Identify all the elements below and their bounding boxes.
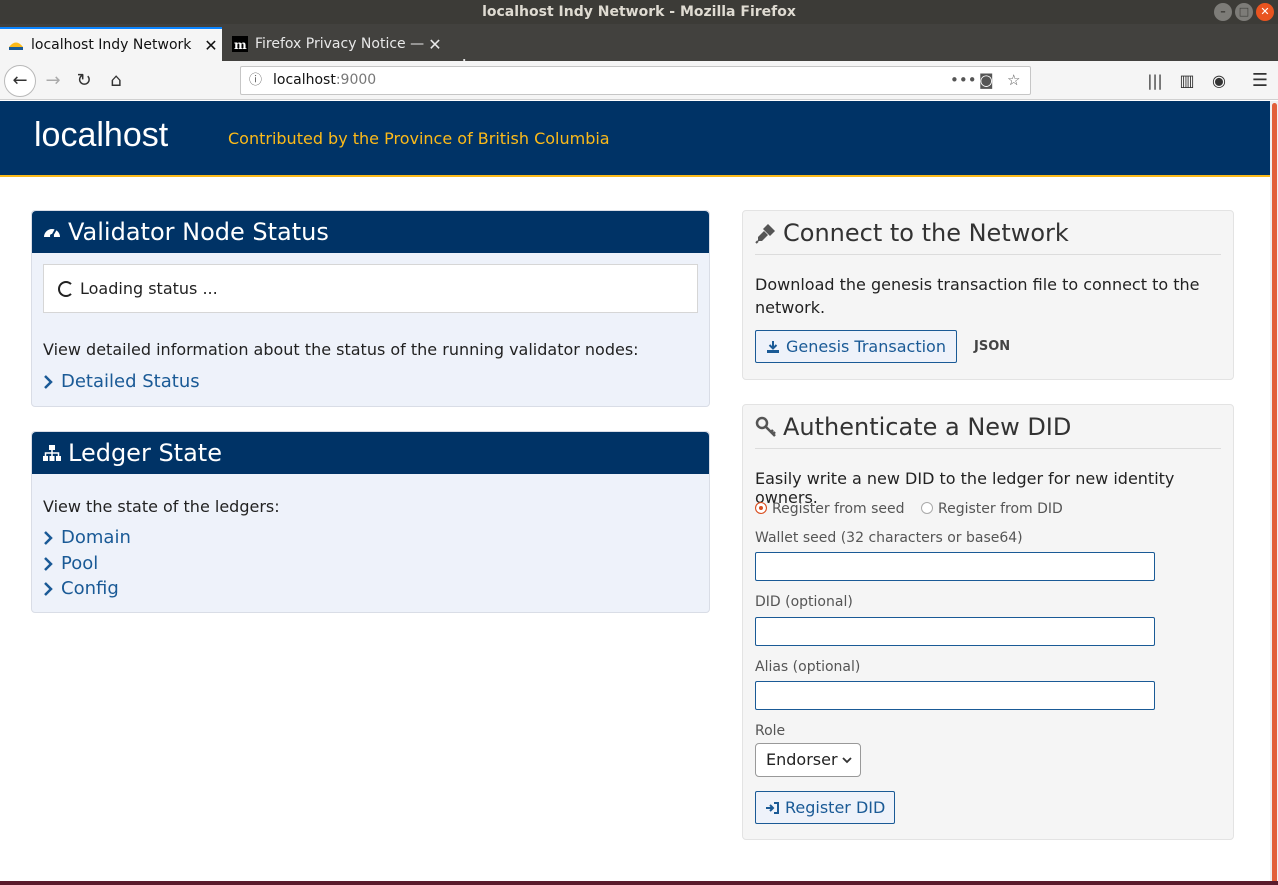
tab-close-icon[interactable]: ✕ [424, 35, 446, 54]
window-bottom-border [0, 881, 1278, 885]
role-select-value: Endorser [766, 750, 838, 769]
forward-icon[interactable]: → [40, 68, 66, 94]
chevron-down-icon [842, 757, 852, 764]
url-port: :9000 [335, 72, 377, 88]
radio-unselected-icon [920, 502, 933, 514]
chevron-right-icon [44, 581, 53, 596]
back-icon[interactable]: ← [4, 65, 36, 97]
page-actions-icon[interactable]: ••• [950, 67, 977, 94]
json-link[interactable]: JSON [974, 339, 1010, 354]
tab-close-icon[interactable]: ✕ [200, 36, 222, 55]
bc-favicon-icon [9, 42, 23, 50]
radio-seed-label: Register from seed [772, 501, 905, 517]
url-host: localhost [273, 72, 336, 88]
genesis-transaction-button[interactable]: Genesis Transaction [755, 330, 957, 363]
ledger-link-domain[interactable]: Domain [43, 527, 131, 548]
scrollbar-thumb[interactable] [1272, 103, 1277, 883]
title-divider [755, 254, 1221, 255]
genesis-button-label: Genesis Transaction [786, 337, 946, 356]
url-text: localhost:9000 [273, 67, 376, 94]
validator-description: View detailed information about the stat… [43, 340, 639, 359]
tab-strip: localhost Indy Network ✕ m Firefox Priva… [0, 24, 1278, 79]
sign-in-icon [766, 801, 779, 814]
ledger-link-label: Config [61, 578, 119, 599]
library-icon[interactable]: ||| [1142, 68, 1168, 94]
site-brand[interactable]: localhost [34, 116, 168, 155]
loading-status-box: Loading status ... [43, 264, 698, 313]
site-header: localhost Contributed by the Province of… [0, 101, 1270, 177]
home-icon[interactable]: ⌂ [103, 68, 129, 94]
register-did-label: Register DID [785, 798, 886, 817]
ledger-link-config[interactable]: Config [43, 578, 119, 599]
navigation-toolbar: ← → ↻ ⌂ ⓘ localhost:9000 ••• ◙ ☆ ||| ▥ ◉… [0, 61, 1278, 100]
site-tagline: Contributed by the Province of British C… [228, 129, 610, 148]
connect-description: Download the genesis transaction file to… [755, 275, 1200, 317]
menu-icon[interactable]: ☰ [1247, 68, 1273, 94]
register-from-seed-radio[interactable]: Register from seed [755, 501, 905, 517]
authenticate-did-card: Authenticate a New DID Easily write a ne… [742, 404, 1234, 840]
reload-icon[interactable]: ↻ [71, 68, 97, 94]
wallet-seed-label: Wallet seed (32 characters or base64) [755, 530, 1023, 546]
spinner-icon [58, 280, 74, 297]
download-icon [767, 340, 779, 353]
validator-panel-title: Validator Node Status [68, 218, 329, 246]
connect-network-card: Connect to the Network Download the gene… [742, 210, 1234, 380]
window-title: localhost Indy Network - Mozilla Firefox [482, 4, 796, 20]
url-bar[interactable]: ⓘ localhost:9000 ••• ◙ ☆ [240, 66, 1031, 95]
chevron-right-icon [44, 374, 53, 389]
ledger-description: View the state of the ledgers: [43, 497, 280, 516]
minimize-icon[interactable]: – [1214, 3, 1232, 21]
radio-did-label: Register from DID [937, 501, 1063, 517]
tab-firefox-privacy[interactable]: m Firefox Privacy Notice — ✕ [224, 27, 446, 61]
maximize-icon[interactable]: □ [1235, 3, 1253, 21]
pocket-icon[interactable]: ◙ [979, 67, 994, 94]
tab-localhost[interactable]: localhost Indy Network ✕ [0, 27, 222, 61]
bookmark-star-icon[interactable]: ☆ [1007, 67, 1020, 94]
detailed-status-link[interactable]: Detailed Status [43, 371, 200, 392]
close-window-icon[interactable]: ✕ [1256, 3, 1274, 21]
ledger-panel-title: Ledger State [68, 439, 222, 467]
tab-label: localhost Indy Network [31, 37, 192, 53]
validator-status-panel: Validator Node Status Loading status ...… [31, 210, 710, 407]
sitemap-icon [43, 445, 61, 461]
alias-input[interactable] [755, 681, 1155, 710]
sidebar-icon[interactable]: ▥ [1174, 68, 1200, 94]
key-icon [755, 416, 776, 437]
ledger-link-label: Domain [61, 527, 131, 548]
svg-text:m: m [234, 38, 247, 52]
register-from-did-radio[interactable]: Register from DID [920, 501, 1063, 517]
chevron-right-icon [44, 556, 53, 571]
register-mode-radio-group: Register from seed Register from DID [755, 501, 1063, 517]
plug-icon [755, 224, 775, 244]
did-input[interactable] [755, 617, 1155, 646]
page-content: localhost Contributed by the Province of… [0, 101, 1270, 885]
ledger-link-label: Pool [61, 553, 99, 574]
detailed-status-label: Detailed Status [61, 371, 200, 392]
wallet-seed-input[interactable] [755, 552, 1155, 581]
dashboard-gauge-icon [44, 228, 60, 238]
ledger-state-panel: Ledger State View the state of the ledge… [31, 431, 710, 613]
window-title-bar: localhost Indy Network - Mozilla Firefox… [0, 0, 1278, 24]
tab-label: Firefox Privacy Notice — [255, 36, 424, 52]
role-select[interactable]: Endorser [755, 743, 861, 777]
site-info-icon[interactable]: ⓘ [249, 67, 262, 94]
loading-status-text: Loading status ... [80, 279, 218, 298]
connect-card-title: Connect to the Network [783, 219, 1069, 247]
role-label: Role [755, 723, 786, 739]
alias-label: Alias (optional) [755, 659, 861, 675]
title-divider [755, 448, 1221, 449]
mozilla-favicon-icon: m [232, 36, 248, 52]
register-did-button[interactable]: Register DID [755, 791, 896, 824]
account-icon[interactable]: ◉ [1206, 68, 1232, 94]
authenticate-card-title: Authenticate a New DID [783, 413, 1072, 441]
ledger-link-pool[interactable]: Pool [43, 553, 98, 574]
did-label: DID (optional) [755, 594, 853, 610]
radio-selected-icon [755, 502, 767, 514]
chevron-right-icon [44, 530, 53, 545]
